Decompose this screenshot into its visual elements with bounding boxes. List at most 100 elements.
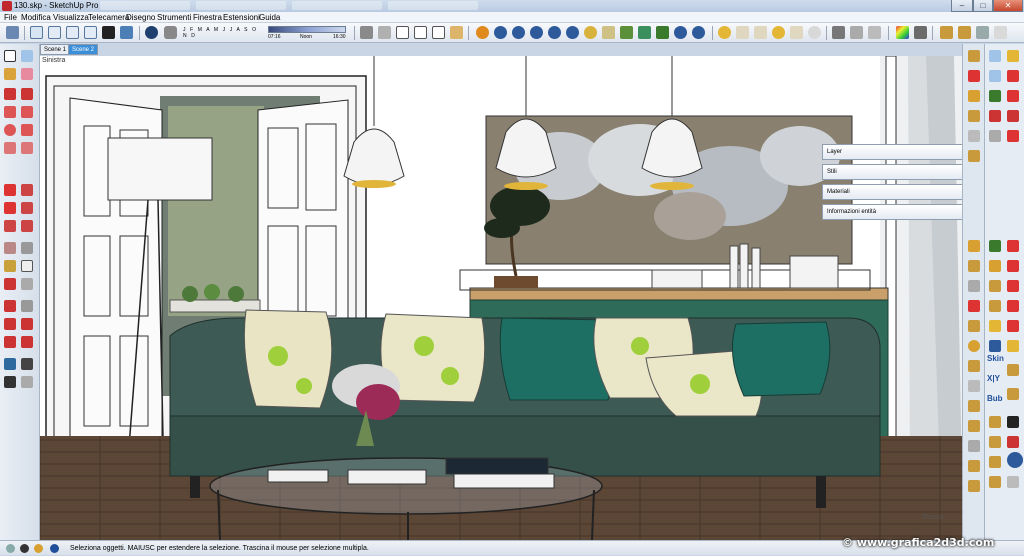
menu-guida[interactable]: Guida — [259, 12, 280, 23]
arc-icon[interactable] — [4, 142, 16, 154]
plugin-lines-icon[interactable] — [989, 476, 1001, 488]
plugin-move-icon[interactable] — [1007, 90, 1019, 102]
plugin-pencil2-icon[interactable] — [989, 436, 1001, 448]
plugin-cut-icon[interactable] — [1007, 364, 1019, 376]
help-icon[interactable] — [566, 26, 579, 39]
plugin-sphere-icon[interactable] — [968, 340, 980, 352]
menu-finestra[interactable]: Finestra — [193, 12, 222, 23]
plugin-leaf-icon[interactable] — [989, 90, 1001, 102]
plugin-solid-icon[interactable] — [968, 150, 980, 162]
rotated-rectangle-icon[interactable] — [21, 106, 33, 118]
plugin-red-icon[interactable] — [989, 110, 1001, 122]
plugin-bezier-icon[interactable] — [968, 380, 980, 392]
line-icon[interactable] — [4, 88, 16, 100]
move-icon[interactable] — [4, 184, 16, 196]
plugin-wall-icon[interactable] — [989, 300, 1001, 312]
plugin-door-icon[interactable] — [1007, 300, 1019, 312]
plugin-skin-icon[interactable] — [989, 340, 1001, 352]
plugin-extrude-icon[interactable] — [968, 240, 980, 252]
box-icon[interactable] — [940, 26, 953, 39]
tape-measure-icon[interactable] — [4, 242, 16, 254]
warehouse-icon[interactable] — [378, 26, 391, 39]
render-icon[interactable] — [674, 26, 687, 39]
polygon-icon[interactable] — [21, 124, 33, 136]
plugin-box-icon[interactable] — [968, 50, 980, 62]
zoom-extents-icon[interactable] — [4, 336, 16, 348]
orbit-icon[interactable] — [4, 300, 16, 312]
scene-tab-1[interactable]: Scene 1 — [40, 44, 71, 55]
plugin-pin-icon[interactable] — [1007, 320, 1019, 332]
plugin-curve-icon[interactable] — [968, 130, 980, 142]
plugin-target-icon[interactable] — [1007, 130, 1019, 142]
front-view-icon[interactable] — [66, 26, 79, 39]
menu-telecamera[interactable]: Telecamera — [88, 12, 129, 23]
plugin-mesh-icon[interactable] — [968, 440, 980, 452]
dynamic-icon[interactable] — [976, 26, 989, 39]
tree-icon[interactable] — [638, 26, 651, 39]
model-viewport[interactable]: Sinistra Misura — [40, 56, 962, 540]
plugin-deform-icon[interactable] — [968, 420, 980, 432]
extension-icon[interactable] — [450, 26, 463, 39]
plugin-stair-icon[interactable] — [968, 480, 980, 492]
plugin-drape-icon[interactable] — [1007, 280, 1019, 292]
sun-icon[interactable] — [602, 26, 615, 39]
plugin-play-icon[interactable] — [1007, 416, 1019, 428]
grass-icon[interactable] — [656, 26, 669, 39]
select-arrow-icon[interactable] — [4, 50, 16, 62]
plugin-joint-icon[interactable] — [968, 260, 980, 272]
plugin-shell-icon[interactable] — [968, 400, 980, 412]
previous-view-icon[interactable] — [21, 336, 33, 348]
plugin-flip-icon[interactable] — [989, 260, 1001, 272]
pan-icon[interactable] — [21, 300, 33, 312]
menu-estensioni[interactable]: Estensioni — [223, 12, 260, 23]
plugin-window-icon[interactable] — [989, 320, 1001, 332]
shape-icon[interactable] — [994, 26, 1007, 39]
fog-icon[interactable] — [164, 26, 177, 39]
scene-tab-2[interactable]: Scene 2 — [68, 44, 99, 55]
plugin-r-icon[interactable] — [512, 26, 525, 39]
status-help-icon[interactable] — [50, 544, 59, 553]
plugin-shape-icon[interactable] — [968, 90, 980, 102]
plugin-pipe-icon[interactable] — [989, 130, 1001, 142]
menu-visualizza[interactable]: Visualizza — [53, 12, 89, 23]
walk-icon[interactable] — [4, 376, 16, 388]
plugin-s-icon[interactable] — [494, 26, 507, 39]
text-icon[interactable] — [21, 260, 33, 272]
lamp-icon[interactable] — [754, 26, 767, 39]
plugin-rt-icon[interactable] — [530, 26, 543, 39]
minimize-button[interactable]: – — [951, 0, 973, 12]
position-camera-icon[interactable] — [4, 358, 16, 370]
plugin-bulb-icon[interactable] — [1007, 340, 1019, 352]
eraser-icon[interactable] — [21, 68, 33, 80]
plugin-arrow-icon[interactable] — [968, 70, 980, 82]
paint-bucket-icon[interactable] — [4, 68, 16, 80]
zoom-window-icon[interactable] — [21, 318, 33, 330]
get-models-icon[interactable] — [432, 26, 445, 39]
extensions-box-icon[interactable] — [958, 26, 971, 39]
plugin-loft-icon[interactable] — [968, 360, 980, 372]
shadows-toggle-icon[interactable] — [145, 26, 158, 39]
component-icon[interactable] — [360, 26, 373, 39]
offset-icon[interactable] — [21, 220, 33, 232]
shadow-time-slider[interactable] — [268, 26, 346, 33]
plugin-roof-icon[interactable] — [968, 320, 980, 332]
dimension-icon[interactable] — [21, 242, 33, 254]
plugin-layers-icon[interactable] — [989, 456, 1001, 468]
ies-light-icon[interactable] — [790, 26, 803, 39]
rectangle-icon[interactable] — [4, 106, 16, 118]
wireframe-style-icon[interactable] — [102, 26, 115, 39]
axes-icon[interactable] — [4, 278, 16, 290]
plugin-bs-icon[interactable] — [548, 26, 561, 39]
push-pull-icon[interactable] — [21, 184, 33, 196]
plugin-pencil-icon[interactable] — [968, 300, 980, 312]
plugin-terrain-icon[interactable] — [989, 240, 1001, 252]
pie-icon[interactable] — [21, 142, 33, 154]
dots-icon[interactable] — [868, 26, 881, 39]
grid-icon[interactable] — [850, 26, 863, 39]
plugin-arrow-red-icon[interactable] — [1007, 110, 1019, 122]
follow-me-icon[interactable] — [21, 202, 33, 214]
plugin-stop-icon[interactable] — [1007, 436, 1019, 448]
zoom-icon[interactable] — [4, 318, 16, 330]
shadow-month-bar[interactable]: J F M A M J J A S O N D — [183, 27, 263, 39]
plugin-bottle-icon[interactable] — [989, 416, 1001, 428]
